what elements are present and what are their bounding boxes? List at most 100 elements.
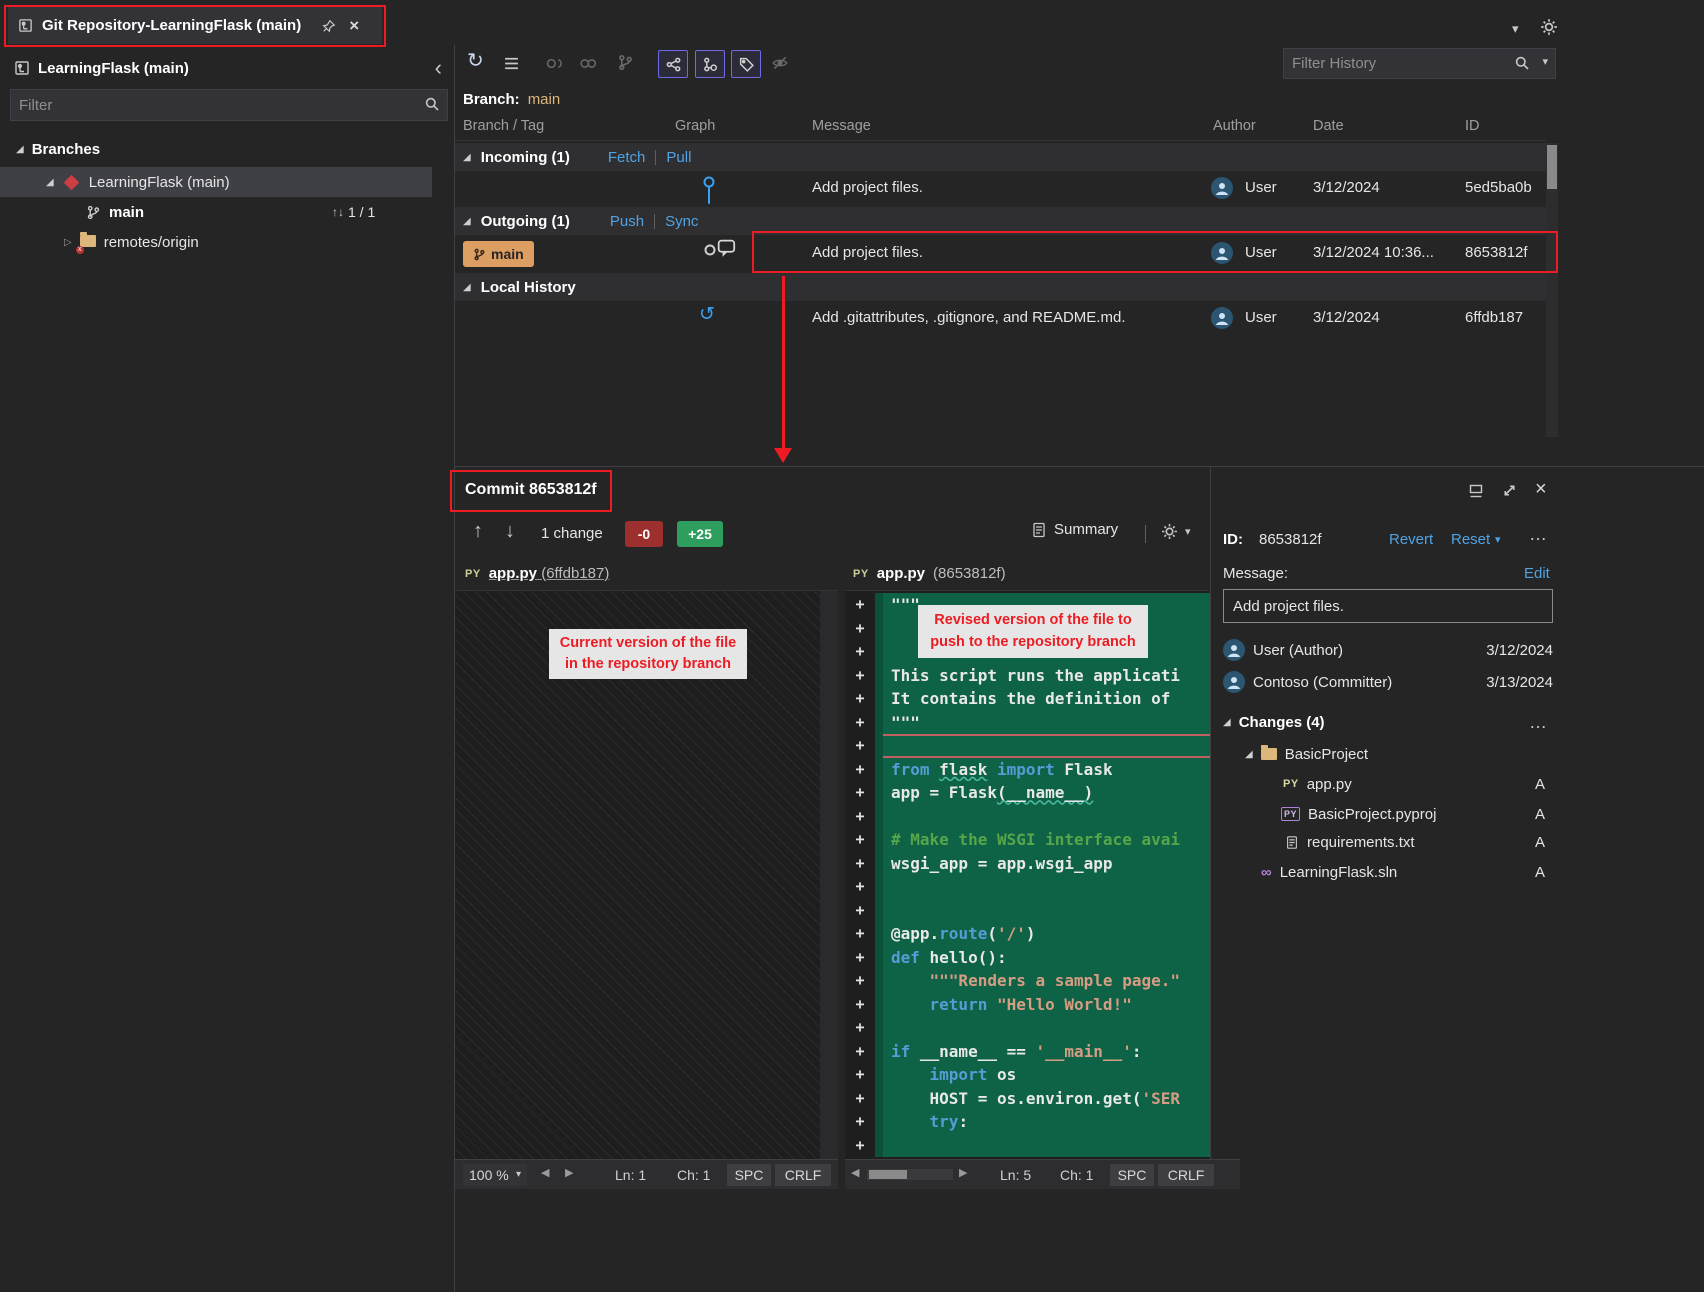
dropdown-chevron-icon[interactable]: ▾ <box>1512 22 1519 35</box>
list-view-icon[interactable] <box>503 55 520 72</box>
nav-down-icon[interactable]: ↓ <box>505 521 515 541</box>
gear-icon[interactable] <box>1161 523 1178 540</box>
incoming-commit-row[interactable]: Add project files. User 3/12/2024 5ed5ba… <box>455 171 1546 207</box>
diff-added-line[interactable]: + <box>845 734 1210 758</box>
code-text[interactable]: from flask import Flask <box>883 758 1210 782</box>
column-graph[interactable]: Graph <box>675 118 715 134</box>
code-text[interactable]: """ <box>883 711 1210 735</box>
diff-added-line[interactable]: +app = Flask(__name__) <box>845 781 1210 805</box>
pin-icon[interactable] <box>322 19 336 33</box>
diff-added-line[interactable]: + HOST = os.environ.get('SER <box>845 1087 1210 1111</box>
code-text[interactable]: HOST = os.environ.get('SER <box>883 1087 1210 1111</box>
diff-added-line[interactable]: +This script runs the applicati <box>845 664 1210 688</box>
tree-expander-icon[interactable]: ◢ <box>16 144 24 155</box>
compare-branches-icon[interactable] <box>579 55 597 72</box>
tree-expander-icon[interactable]: ◢ <box>1223 717 1231 728</box>
history-scrollbar[interactable] <box>1546 143 1558 437</box>
tree-expander-icon[interactable]: ◢ <box>46 177 54 188</box>
code-text[interactable]: wsgi_app = app.wsgi_app <box>883 852 1210 876</box>
code-text[interactable]: This script runs the applicati <box>883 664 1210 688</box>
diff-added-line[interactable]: + <box>845 875 1210 899</box>
scroll-right-icon[interactable]: ▶ <box>565 1168 573 1179</box>
code-text[interactable] <box>883 805 1210 829</box>
pull-link[interactable]: Pull <box>666 149 691 166</box>
tags-toggle-icon[interactable] <box>731 50 761 78</box>
gear-icon[interactable] <box>1540 18 1558 36</box>
horizontal-scrollbar[interactable] <box>867 1169 953 1180</box>
collapse-chevron-icon[interactable]: ‹ <box>435 57 442 79</box>
branches-section-header[interactable]: ◢ Branches <box>16 137 100 161</box>
code-text[interactable]: """Renders a sample page." <box>883 969 1210 993</box>
code-text[interactable]: if __name__ == '__main__': <box>883 1040 1210 1064</box>
changes-section-header[interactable]: ◢ Changes (4) … <box>1223 709 1553 735</box>
tree-expander-icon[interactable]: ▷ <box>64 237 72 248</box>
chevron-down-icon[interactable]: ▾ <box>1185 527 1191 538</box>
diff-right-pane[interactable]: +"""+++This script runs the applicati+It… <box>845 591 1210 1159</box>
changed-file-row[interactable]: requirements.txt A <box>1285 829 1545 855</box>
outgoing-commit-row[interactable]: main Add project files. User 3/12/2024 1… <box>455 235 1546 273</box>
sidebar-item-repo[interactable]: ◢ LearningFlask (main) <box>0 167 432 197</box>
diff-left-scrollbar[interactable] <box>820 591 838 1159</box>
tree-expander-icon[interactable]: ◢ <box>463 282 471 293</box>
diff-added-line[interactable]: +if __name__ == '__main__': <box>845 1040 1210 1064</box>
column-date[interactable]: Date <box>1313 118 1344 134</box>
refresh-icon[interactable]: ↻ <box>467 51 484 71</box>
scroll-right-icon[interactable]: ▶ <box>959 1168 967 1179</box>
branch-badge[interactable]: main <box>463 241 534 267</box>
incoming-section-header[interactable]: ◢ Incoming (1) Fetch Pull <box>455 143 1546 171</box>
changed-file-row[interactable]: PY app.py A <box>1283 771 1545 797</box>
chevron-down-icon[interactable]: ▾ <box>1542 57 1548 68</box>
branch-from-icon[interactable] <box>617 54 634 71</box>
zoom-select[interactable]: 100 % ▾ <box>463 1164 527 1186</box>
reset-link[interactable]: Reset <box>1451 531 1490 548</box>
sidebar-item-main-branch[interactable]: main ↑↓ 1 / 1 <box>0 197 432 227</box>
diff-added-lines[interactable]: +"""+++This script runs the applicati+It… <box>845 591 1210 1157</box>
chevron-down-icon[interactable]: ▾ <box>1495 535 1501 546</box>
local-commit-row[interactable]: ↺ Add .gitattributes, .gitignore, and RE… <box>455 301 1546 337</box>
more-actions-icon[interactable]: … <box>1529 525 1547 543</box>
sync-link[interactable]: Sync <box>665 213 698 230</box>
diff-added-line[interactable]: +def hello(): <box>845 946 1210 970</box>
revert-link[interactable]: Revert <box>1389 531 1433 548</box>
diff-added-line[interactable]: +It contains the definition of <box>845 687 1210 711</box>
filter-input[interactable] <box>10 89 448 121</box>
code-text[interactable] <box>883 734 1210 758</box>
push-link[interactable]: Push <box>610 213 644 230</box>
search-icon[interactable] <box>424 96 440 112</box>
diff-added-line[interactable]: +@app.route('/') <box>845 922 1210 946</box>
space-mode[interactable]: SPC <box>1110 1164 1154 1186</box>
column-message[interactable]: Message <box>812 118 871 134</box>
eol-mode[interactable]: CRLF <box>775 1164 831 1186</box>
close-icon[interactable]: × <box>349 17 359 34</box>
tree-expander-icon[interactable]: ◢ <box>463 216 471 227</box>
code-text[interactable] <box>883 1016 1210 1040</box>
diff-added-line[interactable]: +from flask import Flask <box>845 758 1210 782</box>
diff-added-line[interactable]: + try: <box>845 1110 1210 1134</box>
space-mode[interactable]: SPC <box>727 1164 771 1186</box>
code-text[interactable] <box>883 899 1210 923</box>
code-text[interactable]: It contains the definition of <box>883 687 1210 711</box>
code-text[interactable]: # Make the WSGI interface avai <box>883 828 1210 852</box>
scroll-left-icon[interactable]: ◀ <box>851 1168 859 1179</box>
code-text[interactable] <box>883 875 1210 899</box>
code-text[interactable]: def hello(): <box>883 946 1210 970</box>
code-text[interactable]: try: <box>883 1110 1210 1134</box>
tool-window-tab[interactable]: Git Repository-LearningFlask (main) × <box>8 7 382 44</box>
diff-added-line[interactable]: + <box>845 899 1210 923</box>
code-text[interactable] <box>883 1134 1210 1158</box>
column-id[interactable]: ID <box>1465 118 1480 134</box>
scroll-left-icon[interactable]: ◀ <box>541 1168 549 1179</box>
diff-added-line[interactable]: +wsgi_app = app.wsgi_app <box>845 852 1210 876</box>
code-text[interactable]: import os <box>883 1063 1210 1087</box>
code-text[interactable]: app = Flask(__name__) <box>883 781 1210 805</box>
sidebar-item-remotes[interactable]: ▷ x remotes/origin <box>0 227 432 257</box>
branches-toggle-icon[interactable] <box>695 50 725 78</box>
column-author[interactable]: Author <box>1213 118 1256 134</box>
more-actions-icon[interactable]: … <box>1529 713 1547 731</box>
diff-added-line[interactable]: + <box>845 805 1210 829</box>
scrollbar-thumb[interactable] <box>869 1170 907 1179</box>
changed-file-row[interactable]: ∞ LearningFlask.sln A <box>1261 859 1545 885</box>
outgoing-section-header[interactable]: ◢ Outgoing (1) Push Sync <box>455 207 1546 235</box>
graph-toggle-icon[interactable] <box>658 50 688 78</box>
eol-mode[interactable]: CRLF <box>1158 1164 1214 1186</box>
